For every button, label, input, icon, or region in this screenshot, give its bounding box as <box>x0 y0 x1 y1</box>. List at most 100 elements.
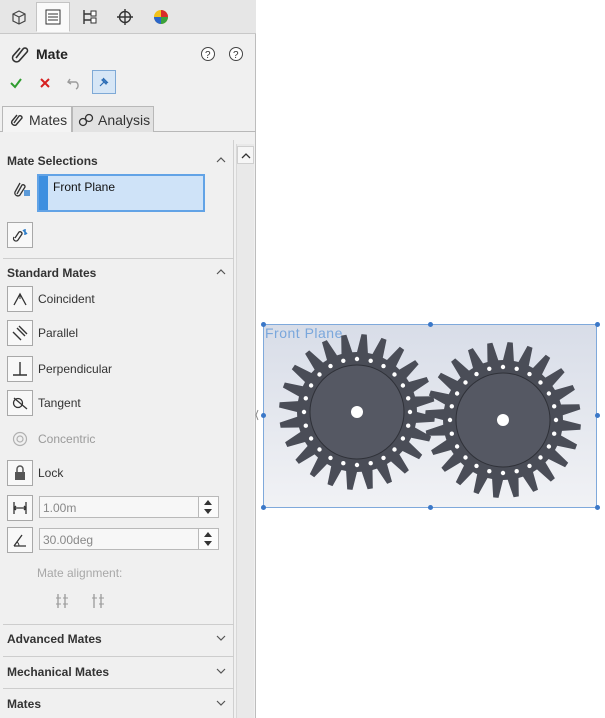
gear-hole <box>527 463 532 469</box>
configuration-manager-tab[interactable] <box>72 2 106 32</box>
gear-hole <box>354 462 360 468</box>
tab-analysis-label: Analysis <box>98 111 151 128</box>
tangent-mate-option[interactable]: Tangent <box>7 390 227 416</box>
gear-hole <box>500 470 506 476</box>
distance-mate-option[interactable]: 1.00m <box>7 495 227 521</box>
gear-hole <box>538 455 543 460</box>
gear-hole <box>317 447 322 452</box>
gear-bore <box>497 414 509 426</box>
gear-hole <box>308 383 314 388</box>
multiple-mate-mode-button[interactable] <box>7 222 33 248</box>
anti-aligned-button[interactable] <box>87 590 109 612</box>
mate-selection-list[interactable]: Front Plane <box>37 174 205 212</box>
concentric-label: Concentric <box>38 432 96 446</box>
gear-hole <box>463 455 468 460</box>
lock-button[interactable] <box>7 460 33 486</box>
distance-input[interactable]: 1.00m <box>39 496 219 518</box>
selection-item[interactable]: Front Plane <box>53 180 115 194</box>
feature-manager-tab[interactable] <box>2 2 36 32</box>
gear-hole <box>449 431 454 436</box>
cancel-x-icon <box>40 78 50 88</box>
collapse-up-icon[interactable] <box>215 154 227 164</box>
vertical-scrollbar[interactable] <box>236 144 254 718</box>
expand-down-icon[interactable] <box>215 633 227 643</box>
gear-hole <box>301 409 307 415</box>
advanced-mates-title[interactable]: Advanced Mates <box>7 632 102 646</box>
gear-hole <box>474 463 479 469</box>
manager-tab-bar <box>0 0 256 34</box>
distance-icon <box>13 502 27 514</box>
cancel-button[interactable] <box>34 72 56 94</box>
help-icon[interactable]: ? <box>228 46 244 62</box>
perpendicular-label: Perpendicular <box>38 362 113 376</box>
tangent-button[interactable] <box>7 390 33 416</box>
mechanical-mates-title[interactable]: Mechanical Mates <box>7 665 109 679</box>
ok-check-icon <box>10 78 22 89</box>
gear-hole <box>392 447 397 452</box>
ok-button[interactable] <box>5 72 27 94</box>
expand-down-icon[interactable] <box>215 698 227 708</box>
gear-hole <box>538 380 543 385</box>
lock-mate-option[interactable]: Lock <box>7 460 227 486</box>
multi-mate-icon <box>12 229 28 242</box>
collapse-up-icon[interactable] <box>215 266 227 276</box>
tab-analysis[interactable]: Analysis <box>72 106 154 132</box>
coincident-mate-option[interactable]: Coincident <box>7 286 227 312</box>
gear-hole <box>487 469 492 474</box>
gear-hole <box>546 444 552 449</box>
tab-mates[interactable]: Mates <box>2 106 72 132</box>
perpendicular-mate-option[interactable]: Perpendicular <box>7 356 227 382</box>
angle-spinner[interactable] <box>198 529 218 549</box>
angle-mate-option[interactable]: 30.00deg <box>7 527 227 553</box>
dimxpert-manager-tab[interactable] <box>108 2 142 32</box>
divider <box>3 624 234 625</box>
expand-down-icon[interactable] <box>215 666 227 676</box>
scroll-up-button[interactable] <box>237 146 254 164</box>
whats-wrong-help-icon[interactable]: ? <box>200 46 216 62</box>
aligned-button[interactable] <box>51 590 73 612</box>
parallel-mate-option[interactable]: Parallel <box>7 320 227 346</box>
coincident-button[interactable] <box>7 286 33 312</box>
angle-value: 30.00deg <box>43 533 94 547</box>
sections-content: Mate Selections Front Plane Standard Mat… <box>3 140 234 718</box>
tangent-icon <box>12 397 28 410</box>
concentric-button <box>7 426 33 452</box>
gear-hole <box>546 391 552 396</box>
display-manager-tab[interactable] <box>144 2 178 32</box>
keep-visible-button[interactable] <box>92 70 116 94</box>
panel-splitter-handle[interactable] <box>255 400 259 430</box>
perpendicular-button[interactable] <box>7 356 33 382</box>
parallel-button[interactable] <box>7 320 33 346</box>
mate-selections-title[interactable]: Mate Selections <box>7 154 98 168</box>
gear-hole <box>400 383 406 388</box>
gear-hole <box>303 396 308 401</box>
gear-hole <box>527 371 532 377</box>
gear-hole <box>308 436 314 441</box>
gear-hole <box>487 366 492 371</box>
undo-button[interactable] <box>63 72 85 94</box>
gear-model-view[interactable] <box>263 324 597 508</box>
gear-hole <box>552 404 557 409</box>
divider <box>3 258 234 259</box>
angle-button[interactable] <box>7 527 33 553</box>
gear-hole <box>514 469 519 474</box>
parallel-label: Parallel <box>38 326 79 340</box>
gear-hole <box>553 417 559 423</box>
gear-hole <box>406 396 411 401</box>
scroll-area: Mate Selections Front Plane Standard Mat… <box>0 140 256 718</box>
perpendicular-icon <box>13 362 27 376</box>
mate-selection-icon <box>14 182 30 197</box>
property-manager-panel: Mate ? ? Mates Analysis Mate Selections … <box>0 0 256 718</box>
gear-hole <box>552 431 557 436</box>
angle-input[interactable]: 30.00deg <box>39 528 219 550</box>
distance-button[interactable] <box>7 495 33 521</box>
mates-list-title[interactable]: Mates <box>7 697 41 711</box>
gear-hole <box>392 372 397 377</box>
part-features-icon <box>12 10 26 25</box>
distance-spinner[interactable] <box>198 497 218 517</box>
coincident-label: Coincident <box>38 292 95 306</box>
standard-mates-title[interactable]: Standard Mates <box>7 266 96 280</box>
gear-hole <box>328 363 333 369</box>
gear-hole <box>400 436 406 441</box>
property-manager-tab[interactable] <box>36 2 70 32</box>
